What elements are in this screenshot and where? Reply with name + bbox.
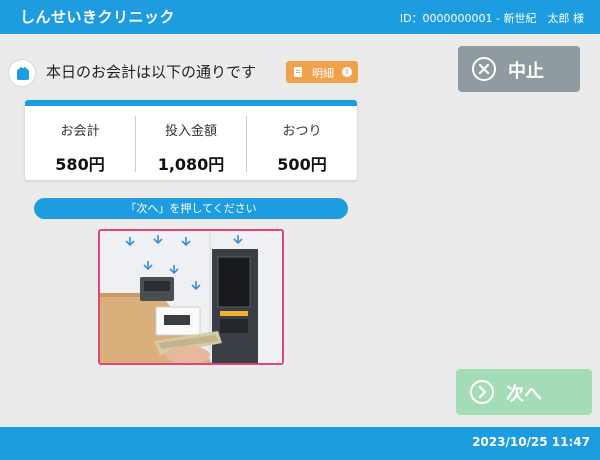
cancel-button-label: 中止	[508, 61, 544, 82]
payment-machine-image	[98, 229, 284, 365]
inserted-amount: 投入金額 1,080円	[136, 106, 246, 180]
cancel-button[interactable]: 中止	[458, 46, 580, 92]
change-amount-value: 500円	[277, 155, 327, 174]
user-info: ID：0000000001 - 新世紀 太郎 様	[399, 12, 584, 25]
total-amount-label: お会計	[60, 124, 100, 139]
next-button[interactable]: 次へ	[456, 369, 592, 415]
close-circle-icon	[472, 57, 496, 81]
inserted-amount-label: 投入金額	[164, 124, 217, 139]
clinic-name: しんせいきクリニック	[20, 8, 176, 26]
payment-summary-card: お会計 580円 投入金額 1,080円 おつり 500円	[25, 100, 357, 180]
inserted-amount-value: 1,080円	[157, 155, 225, 174]
total-amount: お会計 580円	[25, 106, 135, 180]
info-icon: i	[342, 67, 352, 77]
instruction-banner: 「次へ」を押してください	[34, 198, 348, 219]
datetime: 2023/10/25 11:47	[472, 435, 590, 449]
next-button-label: 次へ	[506, 384, 542, 405]
payment-prompt: 本日のお会計は以下の通りです	[46, 63, 257, 81]
arrow-right-circle-icon	[470, 380, 494, 404]
detail-button-label: 明細	[312, 67, 334, 80]
footer-bar: 2023/10/25 11:47	[0, 427, 600, 460]
total-amount-value: 580円	[55, 155, 105, 174]
wallet-icon	[8, 59, 36, 87]
detail-button[interactable]: 明細 i	[286, 61, 358, 83]
document-icon	[294, 67, 302, 77]
change-amount-label: おつり	[282, 124, 322, 139]
change-amount: おつり 500円	[247, 106, 357, 180]
header-bar: しんせいきクリニック ID：0000000001 - 新世紀 太郎 様	[0, 0, 600, 34]
